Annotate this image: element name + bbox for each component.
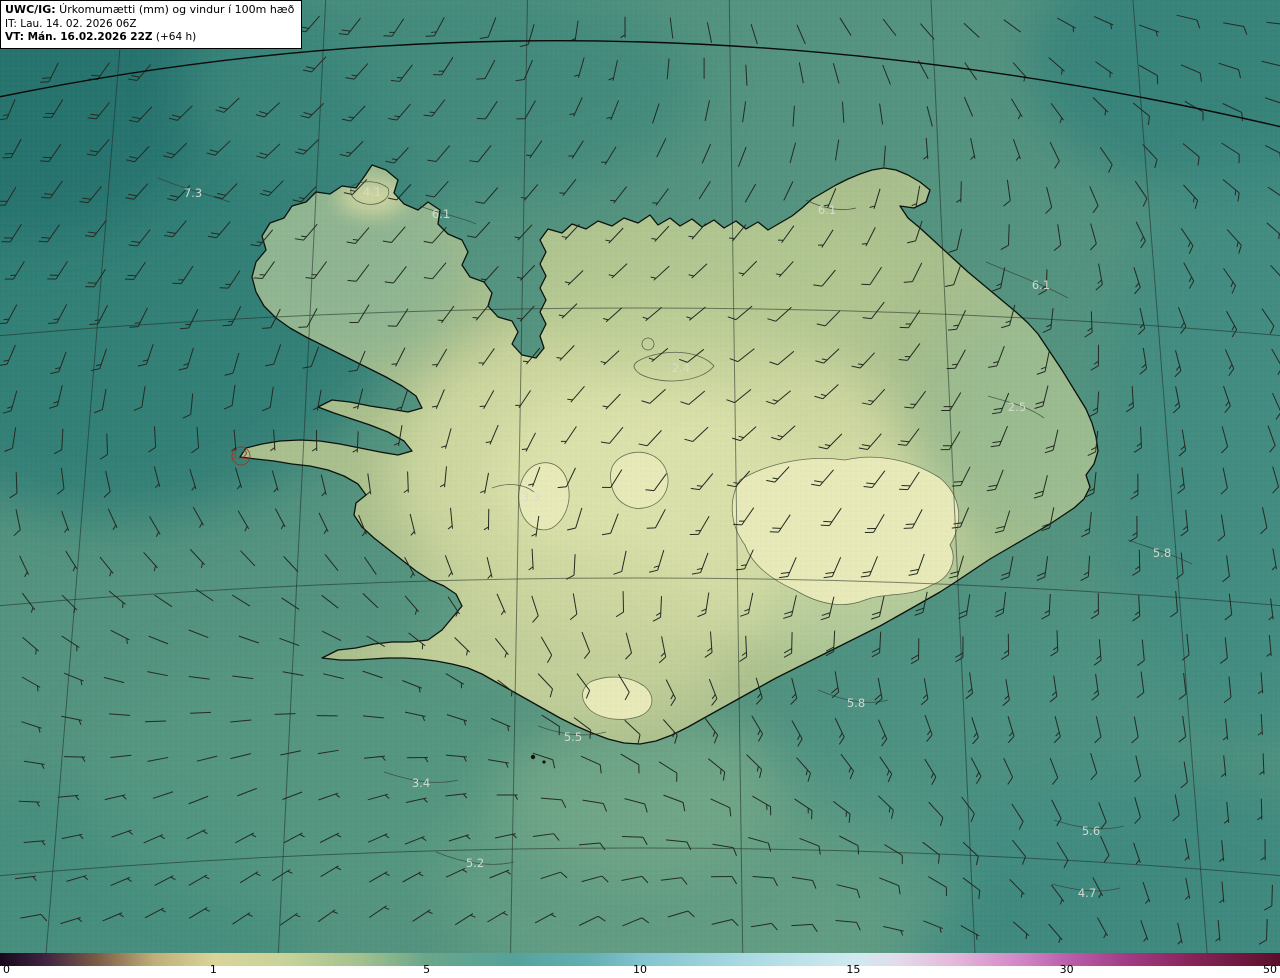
contour-label: 6.1	[818, 203, 836, 217]
colorbar-tick-label: 15	[846, 963, 861, 976]
colorbar-tick-label: 1	[209, 963, 217, 976]
weather-map: 7.3 4.1 6.1 6.1 6.1 2.4 2.5 3.2 3.3 5.8 5.8 5.5 3.4 5…	[0, 0, 1280, 953]
colorbar-tick-label: 10	[633, 963, 647, 976]
contour-label: 4.7	[1078, 886, 1096, 900]
valid-time-bold: VT: Mán. 16.02.2026 22Z	[5, 31, 153, 44]
contour-label: 2.5	[1008, 400, 1026, 414]
map-title: UWC/IG: Úrkomumætti (mm) og vindur í 100…	[5, 3, 294, 18]
valid-time: VT: Mán. 16.02.2026 22Z (+64 h)	[5, 31, 294, 45]
weather-map-figure: 7.3 4.1 6.1 6.1 6.1 2.4 2.5 3.2 3.3 5.8 5.8 5.5 3.4 5…	[0, 0, 1280, 978]
colorbar-tick-label: 5	[423, 963, 431, 976]
island-dot	[542, 760, 546, 764]
contour-label: 5.8	[847, 696, 865, 710]
contour-label: 5.8	[1153, 546, 1171, 560]
contour-label: 4.1	[363, 185, 381, 199]
valid-time-offset: (+64 h)	[152, 31, 197, 44]
colorbar-tick-label: 30	[1059, 963, 1074, 976]
contour-label: 2.4	[672, 361, 690, 375]
colorbar: 0 1 5 10 15 30 50	[0, 953, 1280, 978]
colorbar-tick-label: 0	[3, 963, 10, 976]
island-dot	[530, 754, 536, 760]
model-label: UWC/IG:	[5, 3, 56, 16]
wind-barb	[144, 720, 167, 723]
contour-label: 3.2	[230, 448, 248, 462]
title-box: UWC/IG: Úrkomumætti (mm) og vindur í 100…	[0, 0, 303, 50]
contour-label: 3.3	[522, 490, 540, 504]
init-time: IT: Lau. 14. 02. 2026 06Z	[5, 17, 137, 30]
contour-label: 6.1	[432, 207, 450, 221]
contour-label: 3.4	[412, 776, 430, 790]
contour-label: 5.5	[564, 730, 582, 744]
contour-label: 6.1	[1032, 278, 1050, 292]
contour-label: 5.6	[1082, 824, 1100, 838]
map-title-text: Úrkomumætti (mm) og vindur í 100m hæð	[55, 3, 295, 16]
contour-label: 5.2	[466, 856, 484, 870]
contour-label: 7.3	[184, 186, 202, 200]
colorbar-labels: 0 1 5 10 15 30 50	[0, 963, 1280, 978]
colorbar-tick-label: 50	[1263, 963, 1277, 976]
